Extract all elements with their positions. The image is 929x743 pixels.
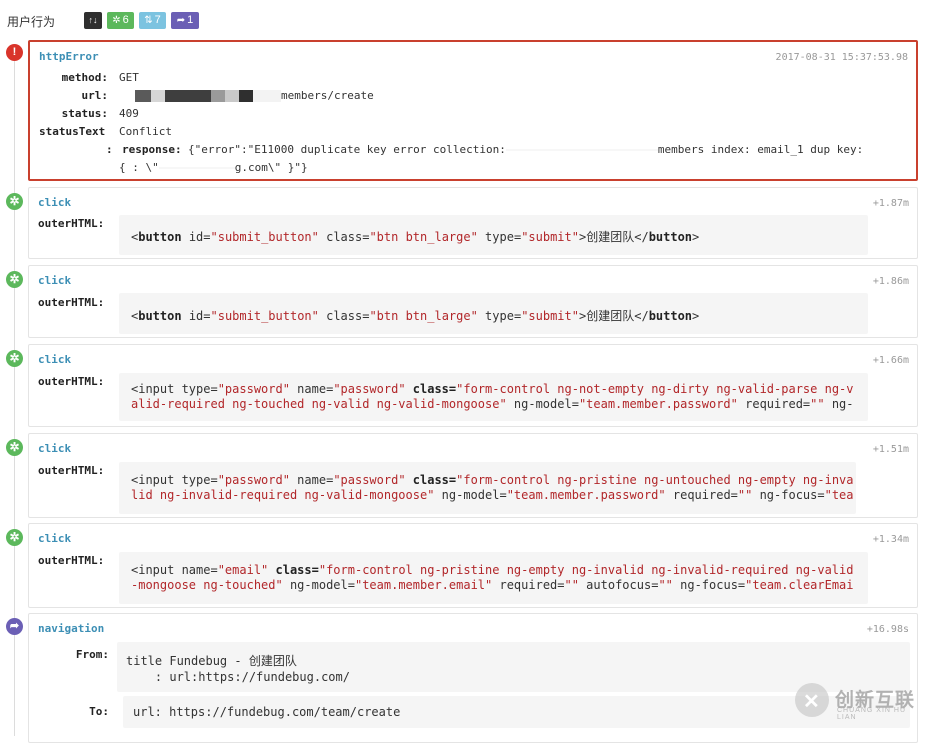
error-icon: ! xyxy=(6,44,23,61)
logo-icon: ✕ xyxy=(795,683,829,717)
status-text-key: statusText xyxy=(39,125,106,138)
event-timestamp: +16.98s xyxy=(866,624,909,635)
outer-html-code: <button id="submit_button" class="btn bt… xyxy=(119,293,868,334)
watermark-sub: CHUANG XIN HU LIAN xyxy=(837,707,907,721)
click-event: click +1.34m outerHTML: <input name="ema… xyxy=(28,523,918,608)
outer-html-key: outerHTML: xyxy=(38,375,105,388)
url-tail: members/create xyxy=(281,89,374,102)
outer-html-key: outerHTML: xyxy=(38,296,105,309)
click-event: click +1.86m outerHTML: <button id="subm… xyxy=(28,265,918,338)
event-type: click xyxy=(38,196,72,209)
event-timestamp: 2017-08-31 15:37:53.98 xyxy=(775,52,908,63)
event-timestamp: +1.34m xyxy=(872,534,909,545)
navigation-event: navigation +16.98s From: title Fundebug … xyxy=(28,613,918,743)
outer-html-code: <input type="password" name="password" c… xyxy=(119,462,856,514)
click-icon: ✲ xyxy=(112,15,121,26)
click-count: 6 xyxy=(122,14,129,26)
url-value: members/create xyxy=(119,89,374,102)
watermark-logo: ✕ 创新互联 CHUANG XIN HU LIAN xyxy=(795,683,919,721)
to-box: url: https://fundebug.com/team/create xyxy=(123,696,910,728)
to-url: url: https://fundebug.com/team/create xyxy=(133,705,401,719)
event-type: navigation xyxy=(38,622,105,635)
method-value: GET xyxy=(119,71,139,84)
url-key: url: xyxy=(81,89,109,102)
from-title: title Fundebug - 创建团队 xyxy=(126,654,297,668)
outer-html-code: <button id="submit_button" class="btn bt… xyxy=(119,215,868,255)
event-timestamp: +1.86m xyxy=(872,276,909,287)
behavior-header: 用户行为 ↑↓ ✲ 6 ⇅ 7 ➦ 1 xyxy=(0,0,929,40)
event-type: click xyxy=(38,353,72,366)
outer-html-code: <input type="password" name="password" c… xyxy=(119,373,868,421)
share-icon: ➦ xyxy=(176,15,186,26)
click-icon: ✲ xyxy=(6,350,23,367)
response-line-1: {"error":"E11000 duplicate key error col… xyxy=(188,143,864,156)
sort-icon: ↑↓ xyxy=(88,15,98,25)
response-key: response: xyxy=(122,143,182,156)
status-text-value: Conflict xyxy=(119,125,172,138)
outer-html-key: outerHTML: xyxy=(38,554,105,567)
sort-toggle-button[interactable]: ↑↓ xyxy=(84,12,102,29)
click-icon: ✲ xyxy=(6,193,23,210)
request-filter-badge[interactable]: ⇅ 7 xyxy=(139,12,166,29)
response-colon: : xyxy=(106,143,113,156)
outer-html-key: outerHTML: xyxy=(38,217,105,230)
event-type: click xyxy=(38,532,72,545)
from-key: From: xyxy=(75,648,109,661)
from-url: : url:https://fundebug.com/ xyxy=(126,670,350,684)
to-key: To: xyxy=(89,705,109,718)
event-type: click xyxy=(38,274,72,287)
click-event: click +1.87m outerHTML: <button id="subm… xyxy=(28,187,918,259)
section-title: 用户行为 xyxy=(7,15,56,29)
event-type: httpError xyxy=(39,50,99,63)
event-timestamp: +1.51m xyxy=(872,444,909,455)
status-key: status: xyxy=(61,107,108,120)
click-filter-badge[interactable]: ✲ 6 xyxy=(107,12,134,29)
click-icon: ✲ xyxy=(6,271,23,288)
http-error-event: httpError 2017-08-31 15:37:53.98 method:… xyxy=(28,40,918,181)
event-timestamp: +1.66m xyxy=(872,355,909,366)
method-key: method: xyxy=(61,71,108,84)
navigation-filter-badge[interactable]: ➦ 1 xyxy=(171,12,199,29)
click-icon: ✲ xyxy=(6,529,23,546)
click-event: click +1.51m outerHTML: <input type="pas… xyxy=(28,433,918,518)
from-box: title Fundebug - 创建团队 : url:https://fund… xyxy=(117,642,910,692)
event-timestamp: +1.87m xyxy=(872,198,909,209)
request-icon: ⇅ xyxy=(144,15,153,26)
share-icon: ➦ xyxy=(6,618,23,635)
outer-html-key: outerHTML: xyxy=(38,464,105,477)
click-icon: ✲ xyxy=(6,439,23,456)
event-type: click xyxy=(38,442,72,455)
status-value: 409 xyxy=(119,107,139,120)
click-event: click +1.66m outerHTML: <input type="pas… xyxy=(28,344,918,427)
navigation-count: 1 xyxy=(187,14,194,26)
response-line-2: { : \" g.com\" }"} xyxy=(119,161,308,174)
outer-html-code: <input name="email" class="form-control … xyxy=(119,552,868,604)
request-count: 7 xyxy=(154,14,161,26)
